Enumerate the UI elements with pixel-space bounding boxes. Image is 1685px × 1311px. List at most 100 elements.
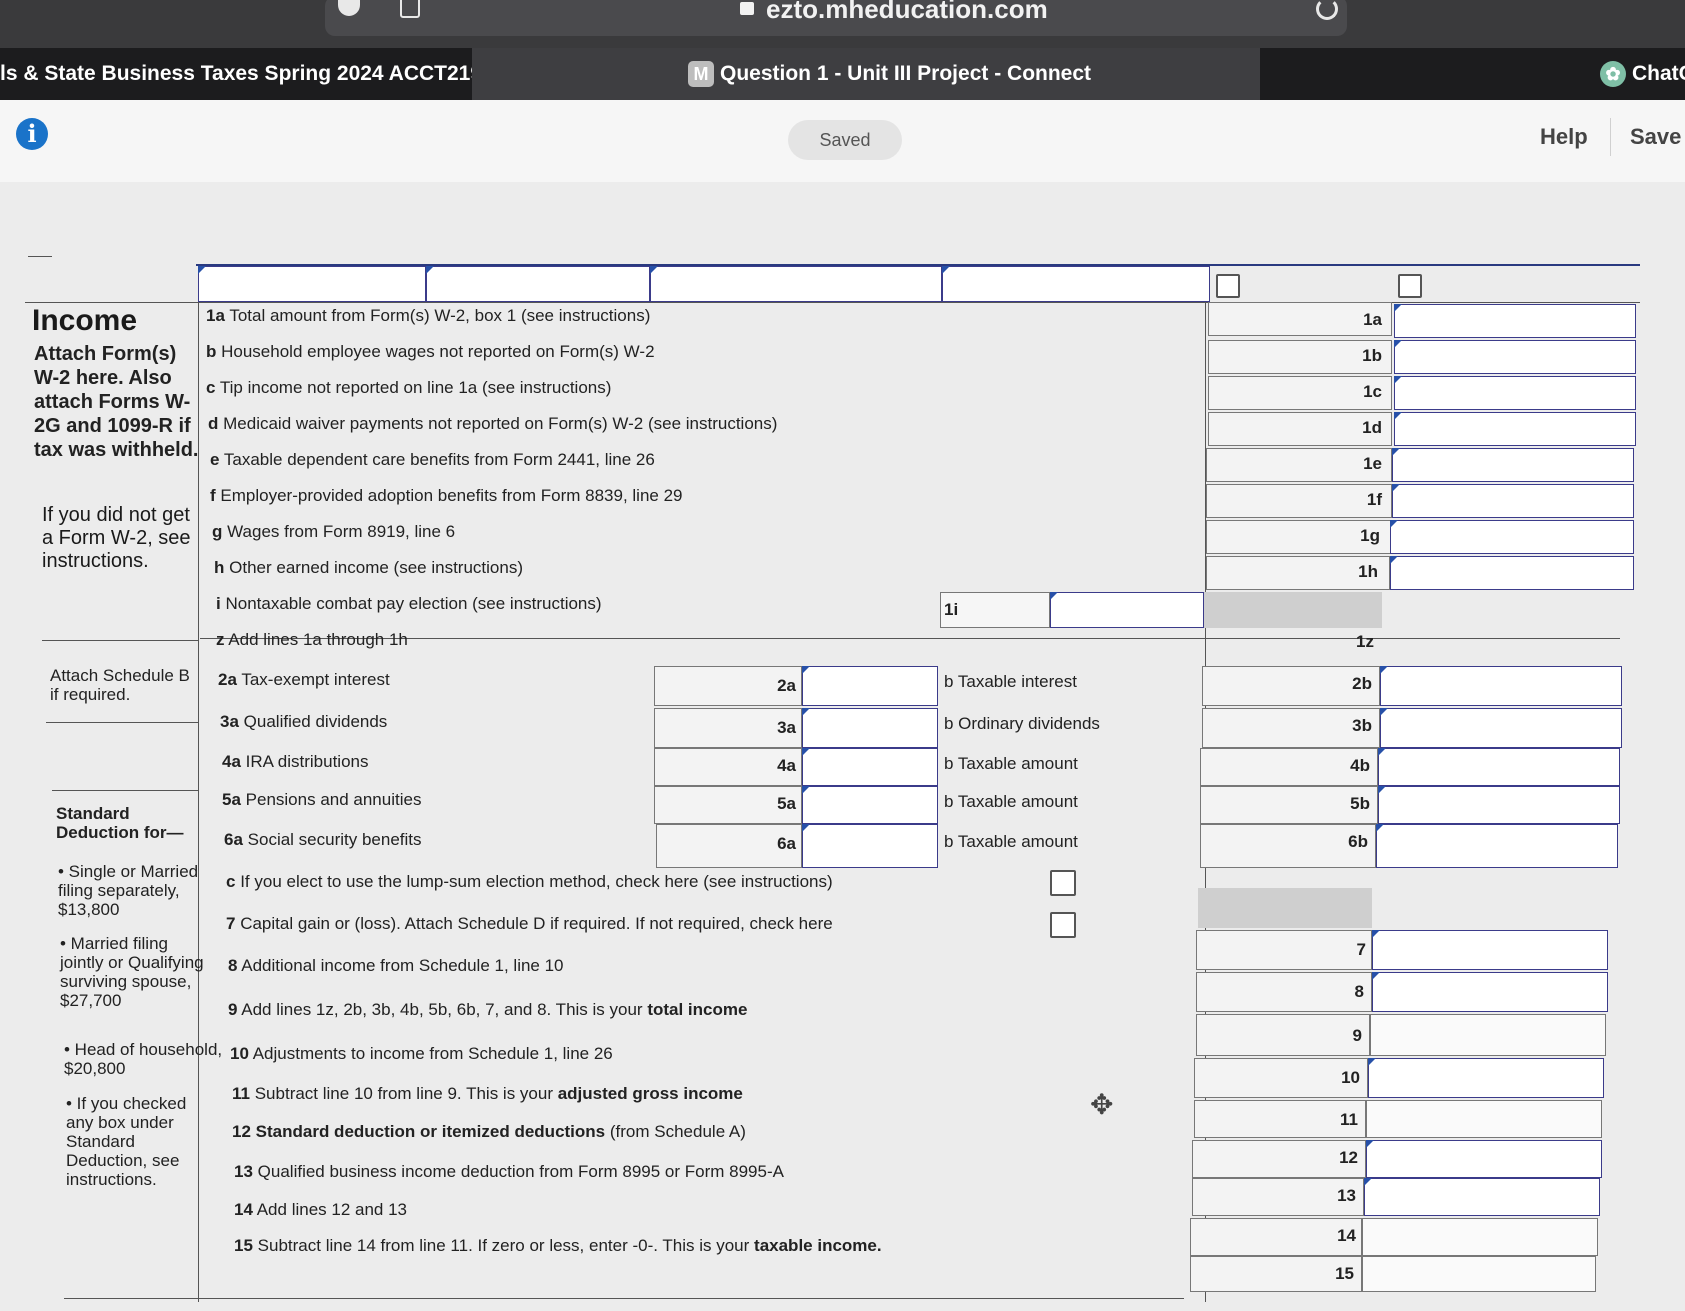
- line-code-1a: 1a: [1363, 310, 1382, 329]
- tab-label: Question 1 - Unit III Project - Connect: [720, 62, 1092, 85]
- line-11-total: [1366, 1100, 1602, 1138]
- line-1d-label: d Medicaid waiver payments not reported …: [208, 414, 778, 433]
- line-10-label: 10 Adjustments to income from Schedule 1…: [230, 1044, 613, 1063]
- line-code-1c: 1c: [1363, 382, 1382, 401]
- line-code-8: 8: [1354, 982, 1364, 1001]
- line-5a-input[interactable]: [802, 786, 938, 824]
- line-12-input[interactable]: [1366, 1140, 1602, 1178]
- no-w2-note: If you did not get a Form W-2, see instr…: [42, 504, 191, 572]
- line-code-6a: 6a: [777, 834, 796, 853]
- line-2a-input[interactable]: [802, 666, 938, 706]
- line-6b-input[interactable]: [1376, 824, 1618, 868]
- attach-w2-note: Attach Form(s) W-2 here. Also attach For…: [34, 343, 199, 461]
- line-code-4a: 4a: [777, 756, 796, 775]
- line-1h-input[interactable]: [1390, 556, 1634, 590]
- line-3a-input[interactable]: [802, 708, 938, 748]
- line-1e-label: e Taxable dependent care benefits from F…: [210, 450, 655, 469]
- line-7-label: 7 Capital gain or (loss). Attach Schedul…: [226, 914, 833, 933]
- header-checkbox-1[interactable]: [1216, 274, 1240, 298]
- line-2b-input[interactable]: [1380, 666, 1622, 706]
- tab-label: ChatG: [1632, 62, 1685, 85]
- line-13-input[interactable]: [1364, 1178, 1600, 1216]
- line-8-label: 8 Additional income from Schedule 1, lin…: [228, 956, 564, 975]
- url-text[interactable]: ezto.mheducation.com: [766, 0, 1048, 25]
- tab-course[interactable]: ls & State Business Taxes Spring 2024 AC…: [0, 48, 472, 100]
- header-input-4[interactable]: [942, 266, 1210, 302]
- line-code-3b: 3b: [1352, 716, 1372, 735]
- line-1e-input[interactable]: [1392, 448, 1634, 482]
- line-code-5b: 5b: [1350, 794, 1370, 813]
- divider: [200, 638, 1620, 639]
- line-code-15: 15: [1335, 1264, 1354, 1283]
- divider: [64, 1298, 1184, 1299]
- line-15-total: [1362, 1256, 1596, 1292]
- tab-question[interactable]: M Question 1 - Unit III Project - Connect: [472, 48, 1260, 100]
- line-3b-input[interactable]: [1380, 708, 1622, 748]
- line-1c-label: c Tip income not reported on line 1a (se…: [206, 378, 612, 397]
- help-button[interactable]: Help: [1540, 124, 1588, 150]
- tab-chatgpt[interactable]: ✿ ChatG: [1260, 48, 1685, 100]
- header-checkbox-2[interactable]: [1398, 274, 1422, 298]
- lump-sum-checkbox[interactable]: [1050, 870, 1076, 896]
- line-15-label: 15 Subtract line 14 from line 11. If zer…: [234, 1236, 882, 1255]
- move-cursor-icon: ✥: [1090, 1089, 1114, 1120]
- line-1g-label: g Wages from Form 8919, line 6: [212, 522, 456, 541]
- line-1i-input[interactable]: [1050, 592, 1204, 628]
- line-4b-label: b Taxable amount: [944, 754, 1078, 773]
- line-code-2a: 2a: [777, 676, 796, 695]
- line-4a-input[interactable]: [802, 748, 938, 786]
- no-schedule-d-checkbox[interactable]: [1050, 912, 1076, 938]
- divider: [42, 640, 198, 641]
- line-code-1d: 1d: [1362, 418, 1382, 437]
- connect-logo-icon: M: [688, 61, 714, 88]
- line-code-4b: 4b: [1350, 756, 1370, 775]
- line-code-6b: 6b: [1348, 832, 1368, 851]
- divider: [52, 790, 198, 791]
- line-3a-label: 3a Qualified dividends: [220, 712, 388, 731]
- line-4b-input[interactable]: [1378, 748, 1620, 786]
- line-code-1z: 1z: [1356, 632, 1374, 651]
- divider: [28, 256, 52, 257]
- line-1h-label: h Other earned income (see instructions): [214, 558, 523, 577]
- line-1c-input[interactable]: [1394, 376, 1636, 410]
- line-code-14: 14: [1337, 1226, 1356, 1245]
- line-10-input[interactable]: [1368, 1058, 1604, 1098]
- save-button[interactable]: Save: [1630, 124, 1681, 150]
- line-6b-label: b Taxable amount: [944, 832, 1078, 851]
- line-1g-input[interactable]: [1390, 520, 1634, 554]
- line-8-input[interactable]: [1372, 972, 1608, 1012]
- line-6a-input[interactable]: [802, 824, 938, 868]
- line-9-label: 9 Add lines 1z, 2b, 3b, 4b, 5b, 6b, 7, a…: [228, 1000, 748, 1019]
- header-input-2[interactable]: [426, 266, 650, 302]
- chatgpt-icon: ✿: [1600, 61, 1626, 88]
- line-1i-label: i Nontaxable combat pay election (see in…: [216, 594, 602, 613]
- line-code-1b: 1b: [1362, 346, 1382, 365]
- header-input-1[interactable]: [198, 266, 426, 302]
- line-code-1e: 1e: [1363, 454, 1382, 473]
- line-code-1h: 1h: [1358, 562, 1378, 581]
- line-code-11: 11: [1340, 1110, 1358, 1129]
- line-6c-label: c If you elect to use the lump-sum elect…: [226, 872, 833, 891]
- line-1a-input[interactable]: [1394, 304, 1636, 338]
- shaded-cell: [1198, 888, 1372, 928]
- header-bottom-rule: [25, 302, 1640, 303]
- line-14-total: [1362, 1218, 1598, 1256]
- line-1b-input[interactable]: [1394, 340, 1636, 374]
- browser-toolbar: ezto.mheducation.com: [0, 0, 1685, 48]
- line-5b-input[interactable]: [1378, 786, 1620, 824]
- line-1z-label: z Add lines 1a through 1h: [216, 630, 408, 649]
- tab-label: ls & State Business Taxes Spring 2024 AC…: [0, 62, 472, 85]
- line-3b-label: b Ordinary dividends: [944, 714, 1100, 733]
- schedule-b-note: Attach Schedule B if required.: [50, 666, 190, 704]
- line-1b-label: b Household employee wages not reported …: [206, 342, 655, 361]
- reader-icon[interactable]: [400, 0, 420, 18]
- line-7-input[interactable]: [1372, 930, 1608, 970]
- line-9-total: [1370, 1014, 1606, 1056]
- info-icon[interactable]: i: [16, 118, 48, 150]
- shaded-cell: [1204, 592, 1382, 628]
- line-1f-input[interactable]: [1392, 484, 1634, 518]
- std-deduction-title: Standard Deduction for—: [56, 804, 184, 842]
- line-code-13: 13: [1337, 1186, 1356, 1205]
- line-1d-input[interactable]: [1394, 412, 1636, 446]
- header-input-3[interactable]: [650, 266, 942, 302]
